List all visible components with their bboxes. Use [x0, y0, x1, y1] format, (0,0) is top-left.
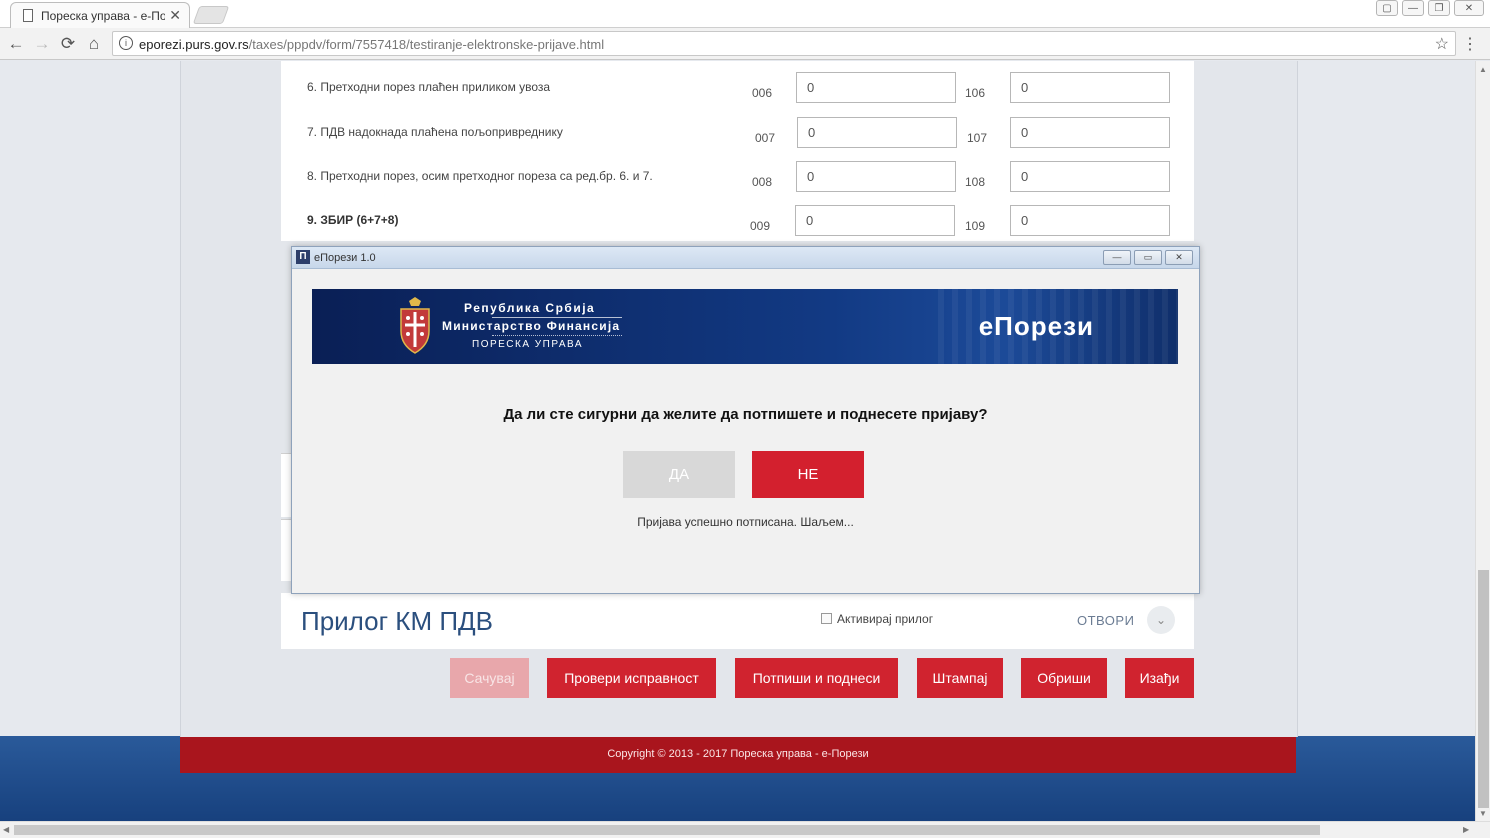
row-label: 9. ЗБИР (6+7+8) — [307, 213, 399, 227]
sign-and-submit-button[interactable]: Потпиши и поднеси — [735, 658, 898, 698]
amount-field-108[interactable] — [1010, 161, 1170, 192]
confirm-dialog: П еПорези 1.0 — ▭ ✕ Република Србија Мин… — [291, 246, 1200, 594]
confirm-question: Да ли сте сигурни да желите да потпишете… — [503, 406, 988, 423]
profile-icon[interactable]: ▢ — [1376, 0, 1398, 16]
vertical-scrollbar[interactable]: ▲ ▼ — [1475, 61, 1490, 821]
banner-divider — [492, 317, 622, 318]
dialog-close-icon[interactable]: ✕ — [1165, 250, 1193, 265]
reload-icon[interactable]: ⟳ — [58, 34, 78, 54]
browser-menu-icon[interactable]: ⋮ — [1462, 34, 1478, 54]
field-code: 106 — [965, 86, 986, 100]
home-icon[interactable]: ⌂ — [84, 34, 104, 54]
form-row-7: 7. ПДВ надокнада плаћена пољопривреднику… — [281, 106, 1194, 150]
row-label: 6. Претходни порез плаћен приликом увоза — [307, 80, 551, 94]
scroll-left-icon[interactable]: ◀ — [3, 825, 9, 834]
minimize-icon[interactable]: — — [1402, 0, 1424, 16]
tab-title: Пореска управа - е-Пор — [41, 9, 165, 23]
row-label: 7. ПДВ надокнада плаћена пољопривреднику — [307, 125, 563, 139]
row-label: 8. Претходни порез, осим претходног поре… — [307, 169, 653, 183]
field-code: 107 — [967, 131, 988, 145]
attachment-panel: Прилог КМ ПДВ Активирај прилог ОТВОРИ ⌄ — [281, 593, 1194, 649]
page-footer: Copyright © 2013 - 2017 Пореска управа -… — [180, 737, 1296, 773]
amount-field-007[interactable] — [797, 117, 957, 148]
print-button[interactable]: Штампај — [917, 658, 1003, 698]
scroll-right-icon[interactable]: ▶ — [1463, 825, 1469, 834]
tab-close-icon[interactable]: ✕ — [169, 7, 181, 24]
form-row-8: 8. Претходни порез, осим претходног поре… — [281, 150, 1194, 194]
banner-divider — [492, 335, 622, 336]
form-row-9: 9. ЗБИР (6+7+8) 009 109 — [281, 194, 1194, 238]
eporezi-banner: Република Србија Министарство Финансија … — [312, 289, 1178, 364]
url-path: /taxes/pppdv/form/7557418/testiranje-ele… — [248, 37, 605, 52]
dialog-minimize-icon[interactable]: — — [1103, 250, 1131, 265]
dialog-window-controls: — ▭ ✕ — [1103, 250, 1193, 265]
dialog-maximize-icon[interactable]: ▭ — [1134, 250, 1162, 265]
amount-field-008[interactable] — [796, 161, 956, 192]
forward-icon[interactable]: → — [32, 34, 52, 54]
field-code: 109 — [965, 219, 986, 233]
no-button[interactable]: НЕ — [752, 451, 864, 498]
activate-attachment-checkbox[interactable] — [821, 613, 832, 624]
new-tab-button[interactable] — [192, 6, 230, 24]
url-text: eporezi.purs.gov.rs/taxes/pppdv/form/755… — [139, 37, 604, 52]
field-code: 007 — [755, 131, 776, 145]
field-code: 108 — [965, 175, 986, 189]
exit-button[interactable]: Изађи — [1125, 658, 1194, 698]
save-button[interactable]: Сачувај — [450, 658, 529, 698]
amount-field-009[interactable] — [795, 205, 955, 236]
info-icon[interactable]: i — [119, 36, 133, 50]
browser-tab[interactable]: Пореска управа - е-Пор ✕ — [10, 2, 190, 28]
restore-icon[interactable]: ❐ — [1428, 0, 1450, 16]
delete-button[interactable]: Обриши — [1021, 658, 1107, 698]
open-attachment-link[interactable]: ОТВОРИ — [1077, 613, 1134, 628]
horizontal-scroll-thumb[interactable] — [14, 825, 1320, 835]
coat-of-arms-icon — [400, 297, 430, 354]
field-code: 008 — [752, 175, 773, 189]
amount-field-106[interactable] — [1010, 72, 1170, 103]
window-close-icon[interactable]: ✕ — [1454, 0, 1484, 16]
check-validity-button[interactable]: Провери исправност — [547, 658, 716, 698]
scroll-up-icon[interactable]: ▲ — [1479, 65, 1487, 74]
banner-ministry: Министарство Финансија — [442, 319, 621, 333]
amount-field-006[interactable] — [796, 72, 956, 103]
page-icon — [23, 9, 33, 22]
copyright-text: Copyright © 2013 - 2017 Пореска управа -… — [607, 748, 869, 760]
signing-status: Пријава успешно потписана. Шаљем... — [637, 515, 854, 529]
dialog-titlebar[interactable]: П еПорези 1.0 — ▭ ✕ — [292, 247, 1199, 269]
back-icon[interactable]: ← — [6, 34, 26, 54]
app-icon: П — [296, 250, 310, 264]
url-input[interactable]: i eporezi.purs.gov.rs/taxes/pppdv/form/7… — [112, 31, 1456, 56]
banner-tax-admin: ПОРЕСКА УПРАВА — [472, 339, 584, 350]
banner-republic: Република Србија — [464, 301, 596, 315]
yes-button[interactable]: ДА — [623, 451, 735, 498]
vertical-scroll-thumb[interactable] — [1478, 570, 1489, 808]
amount-field-109[interactable] — [1010, 205, 1170, 236]
form-row-6: 6. Претходни порез плаћен приликом увоза… — [281, 61, 1194, 105]
address-bar: ← → ⟳ ⌂ i eporezi.purs.gov.rs/taxes/pppd… — [0, 28, 1490, 60]
amount-field-107[interactable] — [1010, 117, 1170, 148]
dialog-title: еПорези 1.0 — [314, 252, 376, 264]
vat-form-section: 6. Претходни порез плаћен приликом увоза… — [281, 61, 1194, 241]
horizontal-scrollbar[interactable]: ◀ ▶ — [0, 821, 1490, 838]
banner-brand: еПорези — [978, 311, 1094, 341]
browser-tab-bar: Пореска управа - е-Пор ✕ ▢ — ❐ ✕ — [0, 0, 1490, 28]
bookmark-star-icon[interactable]: ☆ — [1435, 34, 1449, 54]
attachment-title: Прилог КМ ПДВ — [301, 606, 493, 636]
field-code: 006 — [752, 86, 773, 100]
field-code: 009 — [750, 219, 771, 233]
activate-attachment-label[interactable]: Активирај прилог — [837, 612, 933, 626]
url-host: eporezi.purs.gov.rs — [139, 37, 249, 52]
scroll-down-icon[interactable]: ▼ — [1479, 809, 1487, 818]
chevron-down-icon[interactable]: ⌄ — [1147, 606, 1175, 634]
window-controls: ▢ — ❐ ✕ — [1376, 0, 1484, 16]
